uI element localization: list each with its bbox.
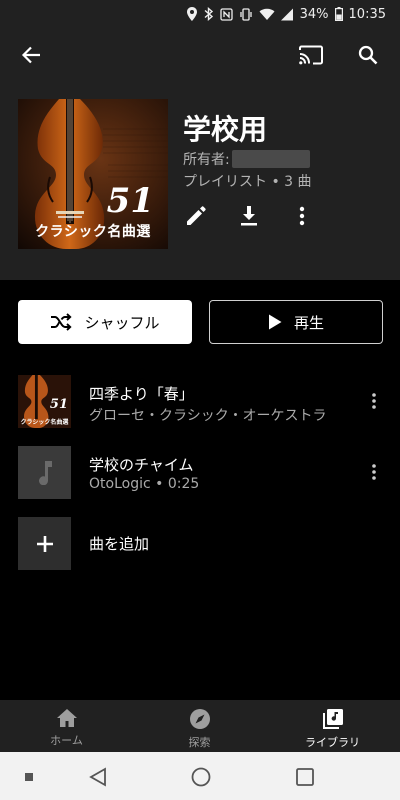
bottom-navigation: ホーム 探索 ライブラリ: [0, 700, 400, 752]
edit-pencil-icon: [187, 206, 206, 225]
vibrate-icon: [239, 7, 252, 21]
nfc-icon: [219, 7, 233, 21]
artwork-title: クラシック名曲選: [35, 224, 151, 240]
arrow-back-icon: [21, 46, 40, 64]
signal-icon: [280, 8, 293, 20]
play-icon: [268, 314, 282, 330]
edit-button[interactable]: [182, 202, 210, 230]
square-recents-icon: [296, 768, 314, 786]
triangle-back-icon: [89, 767, 106, 787]
track-title: 学校のチャイム: [89, 456, 194, 474]
track-thumbnail: [18, 446, 71, 499]
thumb-number: 51: [49, 397, 68, 412]
nav-explore-label: 探索: [188, 736, 211, 749]
track-title: 四季より「春」: [89, 385, 194, 403]
track-subtitle: グローセ・クラシック・オーケストラ: [89, 408, 327, 424]
battery-icon: [334, 7, 343, 21]
more-vert-icon: [372, 393, 376, 409]
owner-name-redacted: [231, 150, 310, 168]
track-row[interactable]: 51 クラシック名曲選 四季より「春」 グローセ・クラシック・オーケストラ: [0, 371, 400, 431]
system-navigation-bar: [0, 752, 400, 800]
music-note-icon: [38, 460, 52, 485]
playlist-header: 51 クラシック名曲選 学校用 所有者: プレイリスト • 3 曲: [0, 28, 400, 280]
nav-explore[interactable]: 探索: [133, 700, 266, 752]
track-thumbnail: 51 クラシック名曲選: [18, 375, 71, 428]
search-button[interactable]: [354, 41, 382, 69]
shuffle-icon: [51, 313, 73, 331]
shuffle-button[interactable]: シャッフル: [18, 300, 192, 344]
add-song-tile: [18, 517, 71, 570]
cast-icon: [299, 45, 323, 65]
owner-label: 所有者:: [183, 152, 230, 168]
circle-home-icon: [191, 767, 211, 787]
more-vert-icon: [372, 464, 376, 480]
playlist-meta: プレイリスト • 3 曲: [183, 174, 312, 190]
add-icon: [36, 535, 53, 552]
playlist-artwork: 51 クラシック名曲選: [18, 99, 168, 249]
track-row[interactable]: 学校のチャイム OtoLogic • 0:25: [0, 442, 400, 502]
battery-percent: 34%: [299, 6, 329, 22]
compass-icon: [189, 709, 210, 729]
playlist-owner: 所有者:: [183, 149, 310, 169]
more-options-button[interactable]: [288, 202, 316, 230]
nav-library-label: ライブラリ: [305, 736, 360, 749]
search-icon: [358, 45, 378, 65]
bluetooth-icon: [204, 7, 213, 21]
status-icons: 34% 10:35: [186, 4, 386, 24]
home-icon: [56, 709, 77, 727]
system-home-button[interactable]: [190, 766, 212, 788]
system-recents-button[interactable]: [294, 766, 316, 788]
nav-home[interactable]: ホーム: [0, 700, 133, 752]
track-subtitle: OtoLogic • 0:25: [89, 476, 200, 492]
status-time: 10:35: [348, 6, 386, 22]
nav-library[interactable]: ライブラリ: [266, 700, 399, 752]
nav-home-label: ホーム: [50, 734, 83, 747]
add-song-row[interactable]: 曲を追加: [0, 513, 400, 573]
wifi-icon: [259, 8, 275, 20]
playlist-title: 学校用: [183, 113, 268, 146]
system-menu-button[interactable]: [18, 766, 40, 788]
square-dot-icon: [25, 773, 33, 781]
artwork-number: 51: [106, 181, 154, 221]
play-button[interactable]: 再生: [209, 300, 383, 344]
system-back-button[interactable]: [87, 766, 109, 788]
track-more-button[interactable]: [362, 389, 386, 413]
cast-button[interactable]: [297, 41, 325, 69]
location-icon: [186, 7, 197, 21]
shuffle-label: シャッフル: [84, 313, 160, 332]
back-button[interactable]: [17, 41, 45, 69]
download-button[interactable]: [235, 202, 263, 230]
play-label: 再生: [293, 313, 324, 332]
download-icon: [241, 206, 257, 226]
track-more-button[interactable]: [362, 460, 386, 484]
status-bar: 34% 10:35: [0, 0, 400, 28]
thumb-title: クラシック名曲選: [20, 419, 69, 426]
library-icon: [322, 709, 343, 729]
add-song-label: 曲を追加: [89, 535, 150, 553]
more-vert-icon: [299, 206, 305, 226]
